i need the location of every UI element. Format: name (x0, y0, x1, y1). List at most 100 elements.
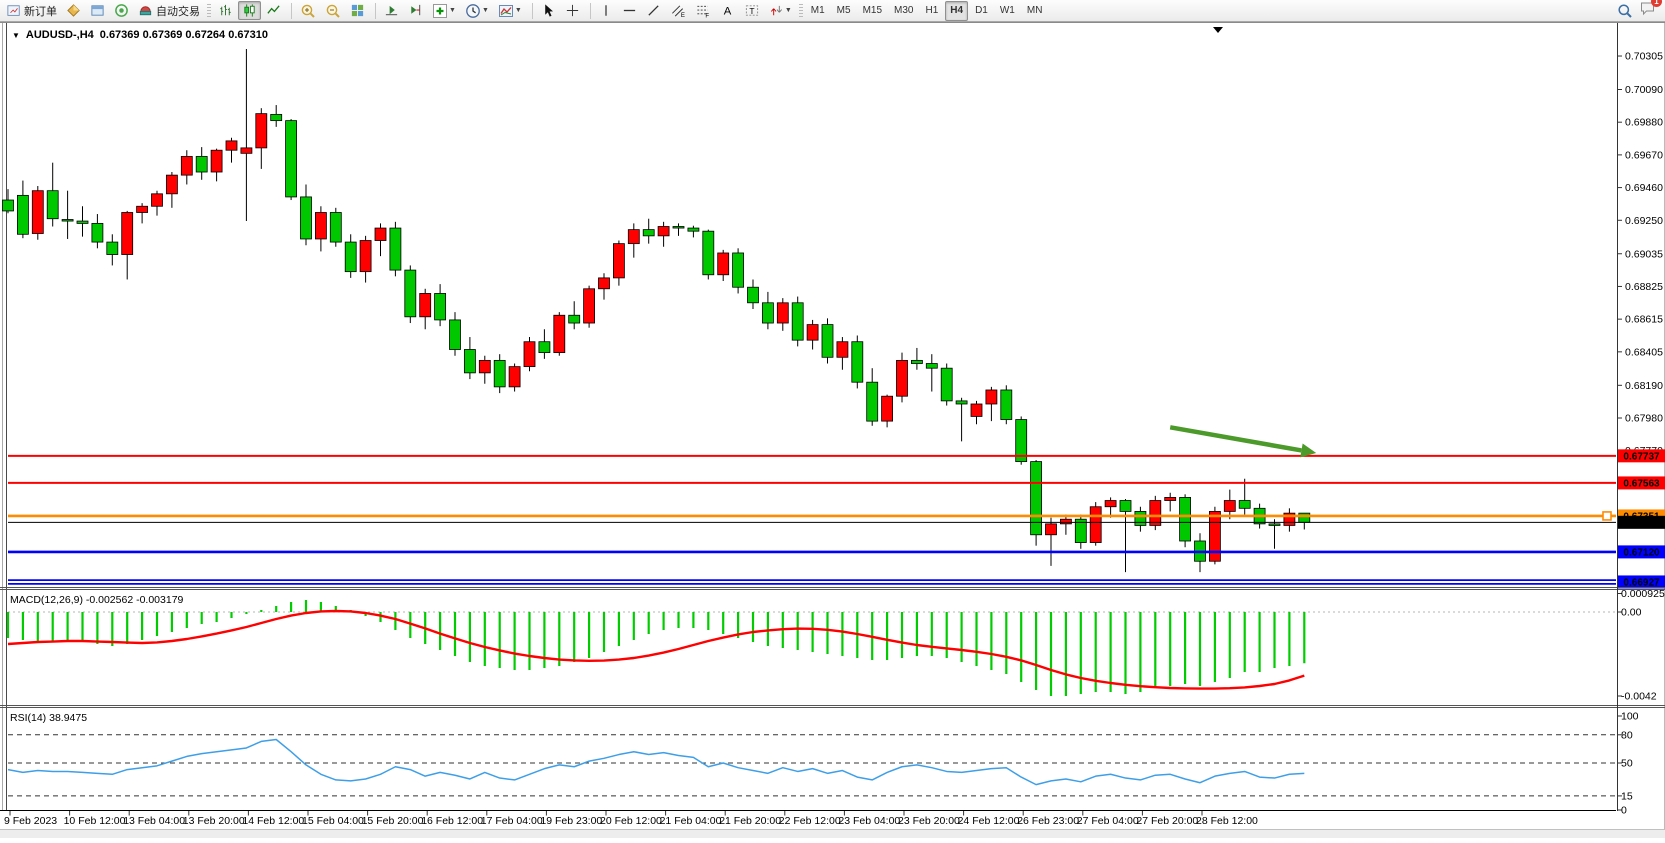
toolbar-separator (528, 3, 533, 19)
text-tool-button[interactable]: A (716, 1, 739, 20)
channel-tool-button[interactable]: E (666, 1, 690, 20)
timeframe-button-MN[interactable]: MN (1022, 1, 1048, 21)
timeframe-button-M15[interactable]: M15 (858, 1, 887, 21)
bottom-status-strip (0, 829, 1665, 838)
horizontal-line-tool-button[interactable] (618, 1, 641, 20)
candle-37 (554, 315, 565, 352)
cursor-tool-button[interactable] (537, 1, 560, 20)
bar-chart-button[interactable] (214, 1, 237, 20)
level-handle-0.67351[interactable] (1603, 512, 1611, 520)
equidistant-channel-icon: E (670, 3, 686, 18)
candle-16 (241, 148, 252, 153)
time-label-18: 27 Feb 04:00 (1077, 815, 1139, 827)
candle-25 (375, 228, 386, 240)
zoom-out-icon (325, 3, 341, 19)
time-label-0: 9 Feb 2023 (4, 815, 57, 827)
auto-trading-button[interactable]: 自动交易 (134, 1, 204, 20)
time-label-13: 22 Feb 12:00 (779, 815, 841, 827)
candle-29 (435, 293, 446, 319)
window-icon (90, 3, 105, 18)
line-chart-button[interactable] (262, 1, 285, 20)
fibonacci-tool-button[interactable]: F (691, 1, 715, 20)
dropdown-caret-icon: ▼ (449, 7, 456, 14)
tile-windows-button[interactable] (346, 1, 369, 20)
time-label-12: 21 Feb 20:00 (719, 815, 781, 827)
periods-button[interactable]: ▼ (461, 1, 493, 20)
candle-53 (792, 303, 803, 340)
candle-1 (17, 195, 28, 234)
signal-icon (114, 3, 129, 18)
auto-trading-label: 自动交易 (156, 3, 200, 19)
chart-symbol-timeframe: AUDUSD-,H4 (26, 29, 94, 41)
candle-14 (211, 150, 222, 172)
price-label-0.67737: 0.67737 (1623, 451, 1660, 462)
notifications-button[interactable]: 1 (1639, 0, 1656, 21)
candle-2 (32, 191, 43, 234)
candle-76 (1135, 511, 1146, 525)
chart-window[interactable]: 0.703050.700900.698800.696700.694600.692… (0, 22, 1665, 838)
chart-canvas[interactable]: 0.703050.700900.698800.696700.694600.692… (0, 22, 1665, 838)
candle-33 (494, 360, 505, 386)
indicators-button[interactable]: ▼ (428, 1, 460, 20)
candle-6 (92, 223, 103, 242)
candle-19 (286, 121, 297, 197)
crosshair-tool-button[interactable] (561, 1, 584, 20)
timeframe-button-D1[interactable]: D1 (970, 1, 993, 21)
notification-badge: 1 (1651, 0, 1662, 7)
candle-61 (911, 360, 922, 363)
candlestick-chart-button[interactable] (238, 1, 261, 20)
candle-18 (271, 114, 282, 120)
candle-66 (986, 390, 997, 404)
candle-31 (464, 350, 475, 373)
collapse-triangle-icon[interactable]: ▼ (12, 31, 20, 40)
time-label-19: 27 Feb 20:00 (1136, 815, 1198, 827)
trendline-icon (646, 3, 661, 18)
market-watch-button[interactable] (86, 1, 109, 20)
auto-trading-icon (138, 3, 153, 18)
candle-79 (1180, 497, 1191, 541)
search-icon[interactable] (1617, 3, 1633, 19)
timeframe-button-H4[interactable]: H4 (945, 1, 968, 21)
zoom-out-button[interactable] (321, 1, 345, 20)
candle-28 (420, 293, 431, 316)
vertical-line-tool-button[interactable] (595, 1, 617, 20)
candle-58 (867, 382, 878, 421)
macd-signal-value: -0.003179 (136, 594, 183, 606)
macd-axis-label: -0.0042 (1621, 691, 1657, 703)
time-label-2: 13 Feb 04:00 (123, 815, 185, 827)
candle-23 (345, 242, 356, 272)
svg-text:T: T (749, 6, 754, 16)
timeframe-button-M5[interactable]: M5 (832, 1, 856, 21)
main-toolbar: 新订单 自动交易 ▼ ▼ ▼ E F A T ▼ M1M5M15M30H1H4D… (0, 0, 1665, 22)
candle-39 (584, 289, 595, 323)
time-label-15: 23 Feb 20:00 (898, 815, 960, 827)
time-label-3: 13 Feb 20:00 (183, 815, 245, 827)
arrows-tool-button[interactable]: ▼ (765, 1, 796, 20)
candle-51 (762, 303, 773, 323)
auto-scroll-button[interactable] (380, 1, 403, 20)
timeframe-button-M30[interactable]: M30 (889, 1, 918, 21)
rsi-label: RSI(14) 38.9475 (10, 712, 87, 724)
timeframe-button-H1[interactable]: H1 (920, 1, 943, 21)
zoom-in-button[interactable] (296, 1, 320, 20)
candle-47 (703, 231, 714, 275)
time-label-6: 15 Feb 20:00 (362, 815, 424, 827)
macd-label: MACD(12,26,9) -0.002562 -0.003179 (10, 594, 183, 606)
chart-shift-button[interactable] (404, 1, 427, 20)
signals-button[interactable] (110, 1, 133, 20)
toolbar-grip (207, 4, 211, 18)
templates-button[interactable]: ▼ (494, 1, 526, 20)
timeframe-toolbar: M1M5M15M30H1H4D1W1MN (806, 1, 1048, 21)
chart-shift-icon (408, 3, 423, 18)
candle-65 (971, 404, 982, 416)
timeframe-button-M1[interactable]: M1 (806, 1, 830, 21)
candle-57 (852, 342, 863, 382)
price-tick-label: 0.70305 (1625, 51, 1663, 63)
time-label-5: 15 Feb 04:00 (302, 815, 364, 827)
new-order-button[interactable]: 新订单 (3, 1, 61, 20)
timeframe-button-W1[interactable]: W1 (995, 1, 1020, 21)
trendline-tool-button[interactable] (642, 1, 665, 20)
market-depth-button[interactable] (62, 1, 85, 20)
text-label-tool-button[interactable]: T (740, 1, 764, 20)
candlestick-chart-icon (242, 3, 257, 18)
